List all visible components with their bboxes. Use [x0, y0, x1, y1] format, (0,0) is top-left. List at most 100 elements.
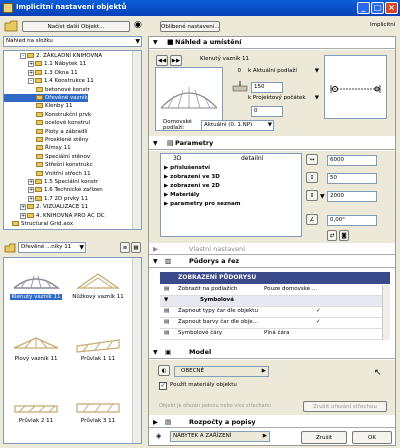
- height-ref-select[interactable]: k Aktuální podlaží ▼: [246, 67, 320, 78]
- load-objects-button[interactable]: Načíst další Objekt...: [22, 21, 130, 32]
- home-floor-select[interactable]: Aktuální (0. 1.NP) ▼: [201, 120, 274, 131]
- reset-icon[interactable]: ◙: [339, 230, 349, 241]
- expand-icon[interactable]: +: [20, 212, 26, 219]
- help-icon[interactable]: ◉: [134, 20, 144, 32]
- layer-select[interactable]: NÁBYTEK A ZAŘÍZENÍ ▶: [170, 431, 270, 442]
- tree-scrollbar[interactable]: [132, 51, 141, 229]
- dim-a-input[interactable]: 6000: [327, 155, 377, 166]
- anchor-grid-icon: [330, 85, 381, 93]
- tree-item[interactable]: Římsy 11: [4, 144, 71, 152]
- custom-section-header[interactable]: ▶ Vlastní nastavení: [149, 245, 395, 255]
- elevation-input[interactable]: 150: [251, 82, 283, 93]
- close-button[interactable]: ×: [385, 2, 398, 14]
- object-thumbnail[interactable]: Průvlak 3 11: [68, 384, 128, 443]
- tree-item[interactable]: +1.1 Nábytek 11: [4, 60, 86, 68]
- tree-item[interactable]: Prosklené stěny: [4, 136, 88, 144]
- view-mode-select[interactable]: Náhled na složku ▼: [3, 36, 142, 47]
- listing-section-header[interactable]: ▶ ▤ Rozpočty a popisy: [149, 418, 395, 428]
- ok-button[interactable]: OK: [352, 431, 392, 444]
- extra-offset-input[interactable]: 0: [251, 106, 283, 117]
- object-gallery[interactable]: Klenutý vazník 11 Nůžkový vazník 11 Plový …: [3, 257, 142, 444]
- library-tree[interactable]: -2. ZÁKLADNÍ KNIHOVNA +1.1 Nábytek 11 +1.3…: [3, 50, 142, 230]
- plan-row[interactable]: ▤ Zapnout barvy čar dle obje... ✓: [160, 318, 390, 329]
- tree-item[interactable]: Klenby 11: [4, 102, 73, 110]
- angle-input[interactable]: 0,00°: [327, 215, 377, 226]
- parameters-section-header[interactable]: ▼ ▤ Parametry: [149, 138, 395, 150]
- dim-b-input[interactable]: 50: [327, 173, 377, 184]
- collapse-icon[interactable]: -: [20, 53, 26, 59]
- tree-item[interactable]: Ploty a zábradlí: [4, 128, 87, 136]
- tree-item[interactable]: +1.3 Okna 11: [4, 69, 78, 77]
- tree-item[interactable]: Dřevěné vazník: [4, 94, 88, 102]
- mirror-icon[interactable]: ⇄: [327, 230, 337, 241]
- tree-item[interactable]: Konstrukční prvk: [4, 111, 91, 119]
- plan-row[interactable]: ▤ Zobrazit na podlažích Pouze domovské ...: [160, 285, 390, 296]
- gallery-scrollbar[interactable]: [132, 258, 141, 443]
- plan-section-header[interactable]: ▼ ▥ Půdorys a řez: [149, 256, 395, 268]
- param-item[interactable]: ▶ zobrazení ve 2D: [161, 182, 301, 191]
- plan-row-value[interactable]: ✓: [316, 318, 321, 327]
- preview-section-header[interactable]: ▼ ■ Náhled a umístění: [149, 37, 395, 49]
- plan-row-value[interactable]: Pouze domovské ...: [264, 285, 317, 294]
- expand-icon[interactable]: +: [28, 61, 34, 68]
- expand-icon[interactable]: +: [28, 69, 34, 76]
- prev-icon[interactable]: ◀◀: [156, 55, 168, 66]
- plan-row[interactable]: ▼ Symbolová: [160, 296, 390, 307]
- tree-item[interactable]: Střešní konstrukc: [4, 161, 93, 169]
- tree-item[interactable]: +1.7 2D prvky 11: [4, 195, 88, 203]
- expand-icon[interactable]: +: [28, 195, 34, 202]
- grid-view-icon[interactable]: ▦: [131, 242, 141, 253]
- folder-icon[interactable]: [4, 20, 20, 32]
- tree-item[interactable]: +1.5 Speciální konstr: [4, 178, 98, 186]
- tree-item[interactable]: +2. VIZUALIZACE 11: [4, 203, 88, 211]
- list-view-icon[interactable]: ≡: [120, 242, 130, 253]
- object-thumbnail[interactable]: Průvlak 2 11: [6, 384, 66, 443]
- parameters-title: Parametry: [175, 139, 214, 147]
- favorites-button[interactable]: Oblíbené nastavení...: [160, 21, 220, 32]
- material-select[interactable]: OBECNÉ ▶: [174, 366, 269, 377]
- tree-item[interactable]: Vnitřní střech 11: [4, 170, 91, 178]
- expand-icon[interactable]: +: [28, 179, 34, 185]
- dim-c-input[interactable]: 2000: [327, 191, 377, 202]
- plan-row-value[interactable]: Plná čára: [264, 329, 289, 338]
- tree-item[interactable]: ocelové konstrul: [4, 119, 90, 127]
- tree-item[interactable]: Structural Grid.aox: [4, 220, 73, 228]
- home-floor-label: Domovské podlaží:: [163, 119, 192, 131]
- height-offset[interactable]: 0: [227, 67, 242, 78]
- anchor-diagram[interactable]: [324, 55, 387, 119]
- elevation-ref-select[interactable]: k Projektový počátek ▼: [246, 94, 320, 105]
- folder-select[interactable]: Dřevěné ...níky 11 ▼: [18, 242, 86, 253]
- use-materials-checkbox[interactable]: ✓: [159, 382, 167, 390]
- next-icon[interactable]: ▶▶: [170, 55, 182, 66]
- plan-scrollbar[interactable]: [382, 285, 390, 340]
- tree-item[interactable]: +4. KNIHOVNA PRO AC DC: [4, 212, 105, 220]
- expand-icon[interactable]: +: [28, 187, 34, 194]
- param-item[interactable]: ▶ příslušenství: [161, 164, 301, 173]
- parameter-list[interactable]: 3D detailní ▶ příslušenství ▶ zobrazení v…: [160, 153, 302, 237]
- maximize-button[interactable]: □: [371, 2, 384, 14]
- tree-item[interactable]: Speciální stěnov: [4, 153, 90, 161]
- tree-item[interactable]: - 1.4 Konstrukce 11: [4, 77, 94, 85]
- param-item[interactable]: ▶ zobrazení ve 3D: [161, 173, 301, 182]
- model-section-header[interactable]: ▼ ▣ Model: [149, 347, 395, 359]
- plan-row[interactable]: ▤ Zapnout typy čar dle objektu ✓: [160, 307, 390, 318]
- object-thumbnail[interactable]: Průvlak 1 11: [68, 322, 128, 384]
- tree-item[interactable]: - 2. ZÁKLADNÍ KNIHOVNA: [4, 52, 102, 60]
- plan-row-label: Symbolová: [200, 297, 234, 303]
- tree-item[interactable]: +1.6 Technické zařízen: [4, 186, 103, 194]
- object-thumbnail[interactable]: Nůžkový vazník 11: [68, 260, 128, 322]
- minimize-button[interactable]: _: [357, 2, 370, 14]
- cancel-button[interactable]: Zrušit: [301, 431, 347, 444]
- plan-row-value[interactable]: ✓: [316, 307, 321, 316]
- param-item[interactable]: ▶ parametry pro seznam: [161, 200, 301, 209]
- remove-trim-button[interactable]: Zrušit ořezání střechou: [303, 401, 387, 412]
- tree-item[interactable]: betonové konstr: [4, 86, 90, 94]
- collapse-icon[interactable]: -: [28, 78, 34, 85]
- object-name: Klenutý vazník 11: [184, 55, 263, 66]
- object-thumbnail[interactable]: Plový vazník 11: [6, 322, 66, 384]
- plan-row[interactable]: ▤ Symbolové čáry Plná čára: [160, 329, 390, 340]
- plan-table[interactable]: ▤ Zobrazit na podlažích Pouze domovské ...…: [160, 285, 390, 340]
- expand-icon[interactable]: +: [20, 204, 26, 211]
- object-thumbnail[interactable]: Klenutý vazník 11: [6, 260, 66, 322]
- param-item[interactable]: ▶ Materiály: [161, 191, 301, 200]
